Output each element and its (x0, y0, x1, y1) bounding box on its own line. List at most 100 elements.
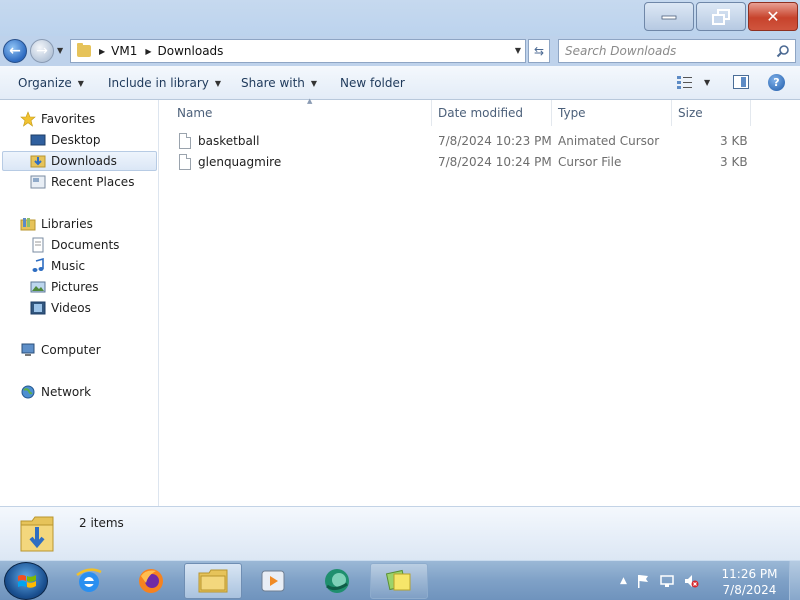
nav-videos-label: Videos (51, 301, 91, 315)
pictures-icon (30, 281, 46, 293)
taskbar-browser[interactable] (308, 563, 366, 599)
clock-date: 7/8/2024 (722, 583, 777, 597)
file-date: 7/8/2024 10:23 PM (438, 134, 552, 148)
restore-icon (712, 8, 730, 25)
nav-libraries-label: Libraries (41, 217, 93, 231)
help-icon: ? (773, 76, 780, 89)
restore-button[interactable] (696, 2, 746, 31)
nav-documents[interactable]: Documents (30, 235, 119, 255)
taskbar-internet-explorer[interactable] (60, 563, 118, 599)
chevron-down-icon: ▼ (704, 77, 711, 87)
clock-time: 11:26 PM (721, 567, 778, 581)
desktop-icon (30, 134, 46, 146)
system-tray: ▲ (620, 573, 699, 589)
refresh-button[interactable]: ⇆ (528, 39, 550, 63)
column-header-name[interactable]: Name ▲ (170, 97, 432, 126)
help-button[interactable]: ? (768, 74, 785, 91)
command-bar: Organize ▼ Include in library ▼ Share with… (0, 66, 800, 100)
column-size-label: Size (678, 106, 703, 120)
taskbar-sticky-notes[interactable] (370, 563, 428, 599)
chevron-down-icon: ▼ (310, 78, 318, 88)
nav-pictures[interactable]: Pictures (30, 277, 99, 297)
column-type-label: Type (558, 106, 586, 120)
column-header-size[interactable]: Size (671, 100, 751, 126)
show-hidden-icons-button[interactable]: ▲ (620, 576, 627, 586)
volume-muted-icon[interactable] (683, 573, 699, 589)
sort-ascending-icon: ▲ (307, 97, 313, 105)
nav-network[interactable]: Network (20, 382, 91, 402)
item-count: 2 items (79, 516, 124, 530)
firefox-icon (139, 569, 163, 593)
view-details-icon (677, 76, 692, 89)
column-header-type[interactable]: Type (551, 100, 672, 126)
folder-icon (77, 43, 91, 57)
back-button[interactable]: ← (3, 39, 27, 63)
cursor-file-icon (179, 154, 191, 170)
column-header-date-modified[interactable]: Date modified (431, 100, 552, 126)
file-row[interactable]: basketball 7/8/2024 10:23 PM Animated Cu… (176, 131, 776, 151)
nav-desktop-label: Desktop (51, 133, 101, 147)
media-player-icon (261, 570, 285, 592)
taskbar-media-player[interactable] (244, 563, 302, 599)
nav-recent-places-label: Recent Places (51, 175, 135, 189)
taskbar-clock[interactable]: 11:26 PM 7/8/2024 (712, 566, 787, 598)
nav-music[interactable]: Music (30, 256, 85, 276)
search-box[interactable] (558, 39, 796, 63)
share-with-label: Share with (241, 76, 305, 90)
close-button[interactable]: ✕ (748, 2, 798, 31)
nav-downloads-label: Downloads (51, 154, 117, 168)
file-type: Animated Cursor (558, 134, 660, 148)
minimize-icon (661, 15, 677, 19)
recent-places-icon (30, 175, 46, 189)
column-date-label: Date modified (438, 106, 524, 120)
chevron-right-icon[interactable]: ▶ (99, 47, 105, 56)
downloads-folder-icon (30, 155, 46, 168)
network-icon (21, 385, 35, 399)
forward-button[interactable]: → (30, 39, 54, 63)
nav-music-label: Music (51, 259, 86, 273)
nav-videos[interactable]: Videos (30, 298, 91, 318)
file-size: 3 KB (720, 155, 748, 169)
nav-desktop[interactable]: Desktop (30, 130, 101, 150)
nav-libraries[interactable]: Libraries (20, 214, 93, 234)
show-desktop-button[interactable] (789, 561, 800, 600)
file-list: Name ▲ Date modified Type Size basketbal… (160, 97, 800, 506)
navigation-pane: Favorites Desktop Downloads Recent Place… (0, 100, 159, 506)
title-bar: ✕ (0, 0, 800, 36)
star-icon (20, 111, 36, 127)
address-dropdown[interactable]: ▼ (515, 46, 521, 55)
start-button[interactable] (4, 562, 48, 600)
search-input[interactable] (565, 44, 765, 58)
nav-documents-label: Documents (51, 238, 120, 252)
change-view-button[interactable]: ▼ (676, 75, 710, 89)
preview-pane-button[interactable] (733, 75, 749, 89)
cursor-file-icon (179, 133, 191, 149)
minimize-button[interactable] (644, 2, 694, 31)
chevron-right-icon[interactable]: ▶ (145, 47, 151, 56)
recent-pages-dropdown[interactable]: ▼ (57, 46, 63, 55)
nav-downloads[interactable]: Downloads (2, 151, 157, 171)
taskbar-windows-explorer[interactable] (184, 563, 242, 599)
breadcrumb-downloads[interactable]: Downloads (158, 44, 224, 58)
address-bar[interactable]: ▶ VM1 ▶ Downloads ▼ (70, 39, 526, 63)
organize-menu[interactable]: Organize ▼ (18, 76, 84, 90)
nav-recent-places[interactable]: Recent Places (30, 172, 134, 192)
nav-computer[interactable]: Computer (20, 340, 101, 360)
close-icon: ✕ (766, 7, 780, 26)
taskbar: ▲ 11:26 PM 7/8/2024 (0, 560, 800, 600)
share-with-menu[interactable]: Share with ▼ (241, 76, 317, 90)
details-pane: 2 items (0, 506, 800, 560)
new-folder-button[interactable]: New folder (340, 76, 405, 90)
forward-arrow-icon: → (36, 43, 48, 59)
taskbar-firefox[interactable] (122, 563, 180, 599)
documents-icon (32, 237, 44, 253)
network-status-icon[interactable] (659, 573, 675, 589)
file-row[interactable]: glenquagmire 7/8/2024 10:24 PM Cursor Fi… (176, 152, 776, 172)
include-in-library-menu[interactable]: Include in library ▼ (108, 76, 221, 90)
nav-favorites[interactable]: Favorites (20, 109, 95, 129)
action-center-flag-icon[interactable] (635, 573, 651, 589)
file-date: 7/8/2024 10:24 PM (438, 155, 552, 169)
breadcrumb-vm1[interactable]: VM1 (111, 44, 137, 58)
videos-icon (30, 301, 46, 315)
search-icon[interactable] (776, 44, 790, 58)
